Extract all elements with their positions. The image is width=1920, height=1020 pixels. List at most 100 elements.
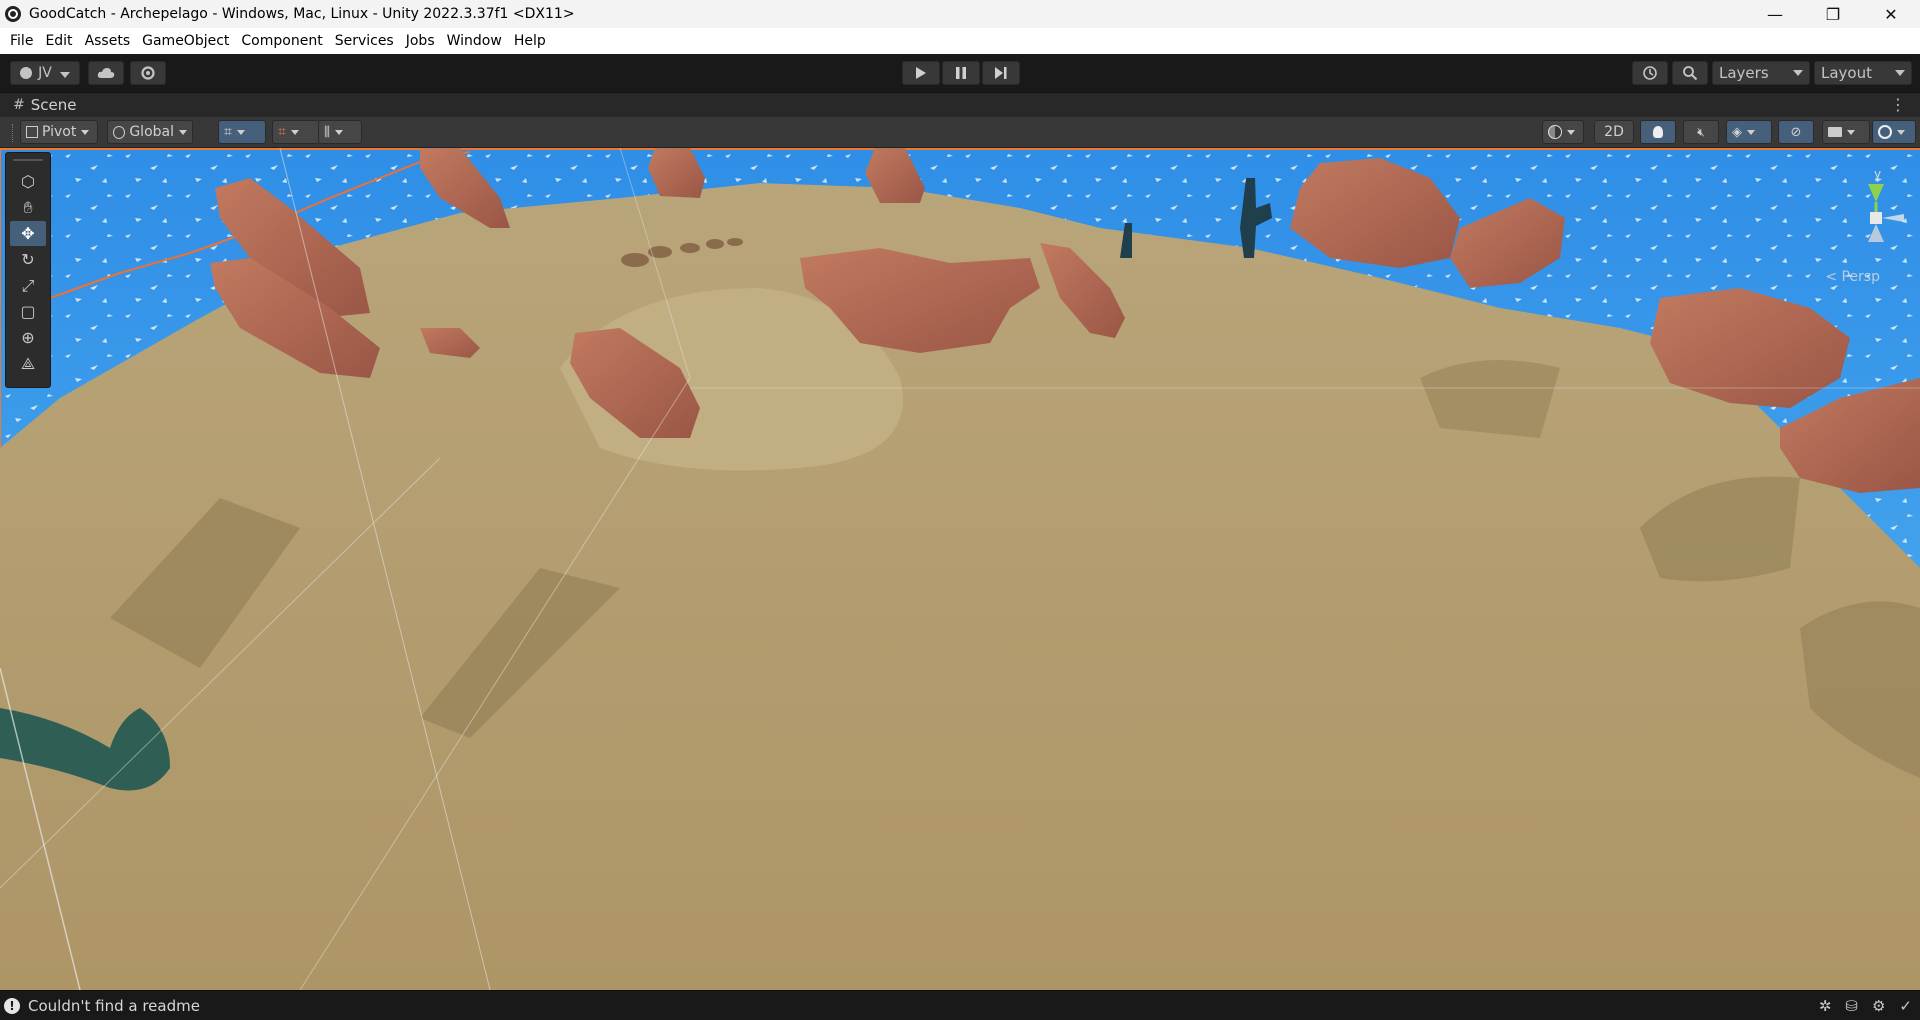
shading-icon bbox=[1548, 125, 1562, 139]
menu-services[interactable]: Services bbox=[329, 28, 400, 54]
menu-component[interactable]: Component bbox=[235, 28, 328, 54]
2d-toggle[interactable]: 2D bbox=[1594, 120, 1634, 144]
scene-viewport[interactable] bbox=[0, 148, 1920, 990]
align-icon: ⫼ bbox=[324, 124, 330, 140]
hand-tool-button[interactable]: ✋︎ bbox=[10, 195, 46, 220]
chevron-down-icon bbox=[1897, 129, 1905, 135]
chevron-down-icon bbox=[1793, 70, 1803, 76]
globe-icon bbox=[113, 125, 126, 139]
orientation-gizmo[interactable]: y bbox=[1816, 167, 1906, 278]
pivot-icon bbox=[26, 126, 38, 138]
scene-visibility-toggle[interactable]: ⊘ bbox=[1778, 120, 1814, 144]
global-dropdown[interactable]: Global bbox=[107, 120, 193, 144]
account-dropdown[interactable]: JV bbox=[10, 61, 80, 85]
camera-dropdown[interactable] bbox=[1822, 120, 1870, 144]
rotate-icon: ↻ bbox=[21, 250, 35, 269]
draw-mode-dropdown[interactable] bbox=[1542, 120, 1584, 144]
window-title-bar: GoodCatch - Archepelago - Windows, Mac, … bbox=[0, 0, 1920, 28]
scale-tool-button[interactable]: ⤢ bbox=[10, 273, 46, 298]
custom-tool-button[interactable]: ⟁ bbox=[10, 351, 46, 376]
audio-toggle[interactable]: 🔇︎ bbox=[1683, 120, 1719, 144]
cloud-icon bbox=[97, 68, 115, 78]
chevron-down-icon bbox=[1567, 129, 1575, 135]
play-button[interactable] bbox=[902, 61, 940, 85]
cache-server-icon[interactable]: ⛁ bbox=[1845, 997, 1858, 1015]
transform-tool-button[interactable]: ⊕ bbox=[10, 325, 46, 350]
pivot-dropdown[interactable]: Pivot bbox=[20, 120, 98, 144]
layout-dropdown[interactable]: Layout bbox=[1814, 61, 1912, 85]
chevron-down-icon bbox=[236, 129, 245, 135]
progress-icon[interactable]: ⚙︎ bbox=[1872, 997, 1885, 1015]
chevron-down-icon bbox=[1747, 129, 1755, 135]
playmode-controls bbox=[902, 61, 1020, 85]
axis-gizmo-icon: y bbox=[1868, 167, 1904, 242]
menu-gameobject[interactable]: GameObject bbox=[136, 28, 235, 54]
check-icon[interactable]: ✓ bbox=[1899, 997, 1912, 1015]
more-options-icon[interactable]: ⋮ bbox=[1890, 95, 1906, 114]
rect-tool-button[interactable]: ▢ bbox=[10, 299, 46, 324]
status-message[interactable]: Couldn't find a readme bbox=[28, 997, 200, 1015]
undo-history-button[interactable] bbox=[1632, 61, 1668, 85]
move-tool-button[interactable]: ✥ bbox=[10, 221, 46, 246]
gizmos-dropdown[interactable] bbox=[1872, 120, 1916, 144]
search-button[interactable] bbox=[1672, 61, 1708, 85]
move-icon: ✥ bbox=[21, 224, 35, 243]
status-bar: ! Couldn't find a readme ✲ ⛁ ⚙︎ ✓ bbox=[0, 990, 1920, 1020]
align-tools-dropdown[interactable]: ⫼ bbox=[318, 120, 362, 144]
scene-render bbox=[0, 148, 1920, 990]
debug-icon[interactable]: ✲ bbox=[1819, 997, 1832, 1015]
toolbar-right: Layers Layout bbox=[1632, 61, 1912, 85]
tab-scene[interactable]: Scene bbox=[31, 96, 77, 114]
status-right-icons: ✲ ⛁ ⚙︎ ✓ bbox=[1819, 997, 1912, 1015]
hand-icon: ✋︎ bbox=[23, 197, 33, 217]
menu-edit[interactable]: Edit bbox=[39, 28, 78, 54]
tool-palette: ⬡ ✋︎ ✥ ↻ ⤢ ▢ ⊕ ⟁ bbox=[5, 152, 51, 388]
layout-label: Layout bbox=[1821, 64, 1872, 82]
account-icon bbox=[20, 67, 33, 79]
menu-file[interactable]: File bbox=[4, 28, 39, 54]
main-toolbar: JV Layers Layout bbox=[0, 54, 1920, 92]
lighting-toggle[interactable] bbox=[1640, 120, 1676, 144]
mute-icon: 🔇︎ bbox=[1697, 124, 1705, 139]
chevron-down-icon bbox=[290, 129, 299, 135]
window-title: GoodCatch - Archepelago - Windows, Mac, … bbox=[29, 6, 575, 22]
perspective-label[interactable]: < Persp bbox=[1825, 269, 1880, 285]
toolbar-grip bbox=[12, 124, 14, 142]
menu-help[interactable]: Help bbox=[508, 28, 552, 54]
menu-window[interactable]: Window bbox=[441, 28, 508, 54]
search-icon bbox=[1683, 66, 1698, 81]
menu-jobs[interactable]: Jobs bbox=[400, 28, 441, 54]
chevron-down-icon bbox=[1847, 129, 1855, 135]
incremental-snap-toggle[interactable]: ⌗ bbox=[272, 120, 320, 144]
grid-snap-icon: ⌗ bbox=[224, 124, 232, 140]
cube-icon: ⬡ bbox=[21, 172, 35, 191]
palette-grip[interactable] bbox=[13, 159, 43, 161]
history-icon bbox=[1643, 66, 1657, 80]
chevron-down-icon bbox=[1895, 70, 1905, 76]
chevron-down-icon bbox=[179, 129, 187, 135]
layers-dropdown[interactable]: Layers bbox=[1712, 61, 1810, 85]
cloud-button[interactable] bbox=[88, 61, 124, 85]
menu-assets[interactable]: Assets bbox=[79, 28, 137, 54]
pause-icon bbox=[956, 67, 966, 79]
account-label: JV bbox=[38, 65, 52, 81]
maximize-button[interactable]: ❐ bbox=[1804, 0, 1862, 28]
services-button[interactable] bbox=[130, 61, 166, 85]
pause-button[interactable] bbox=[942, 61, 980, 85]
grid-icon: # bbox=[13, 97, 25, 113]
close-button[interactable]: ✕ bbox=[1862, 0, 1920, 28]
view-tool-cube-button[interactable]: ⬡ bbox=[10, 169, 46, 194]
custom-tool-icon: ⟁ bbox=[20, 353, 36, 373]
step-icon bbox=[995, 67, 1007, 79]
grid-snapping-toggle[interactable]: ⌗ bbox=[218, 120, 266, 144]
minimize-button[interactable]: — bbox=[1746, 0, 1804, 28]
layers-label: Layers bbox=[1719, 64, 1769, 82]
step-button[interactable] bbox=[982, 61, 1020, 85]
rect-icon: ▢ bbox=[20, 302, 36, 321]
rotate-tool-button[interactable]: ↻ bbox=[10, 247, 46, 272]
gizmo-globe-icon bbox=[1878, 125, 1892, 139]
chevron-down-icon bbox=[81, 129, 90, 135]
effects-dropdown[interactable]: ◈ bbox=[1726, 120, 1772, 144]
transform-icon: ⊕ bbox=[21, 328, 35, 347]
camera-icon bbox=[1828, 127, 1842, 137]
